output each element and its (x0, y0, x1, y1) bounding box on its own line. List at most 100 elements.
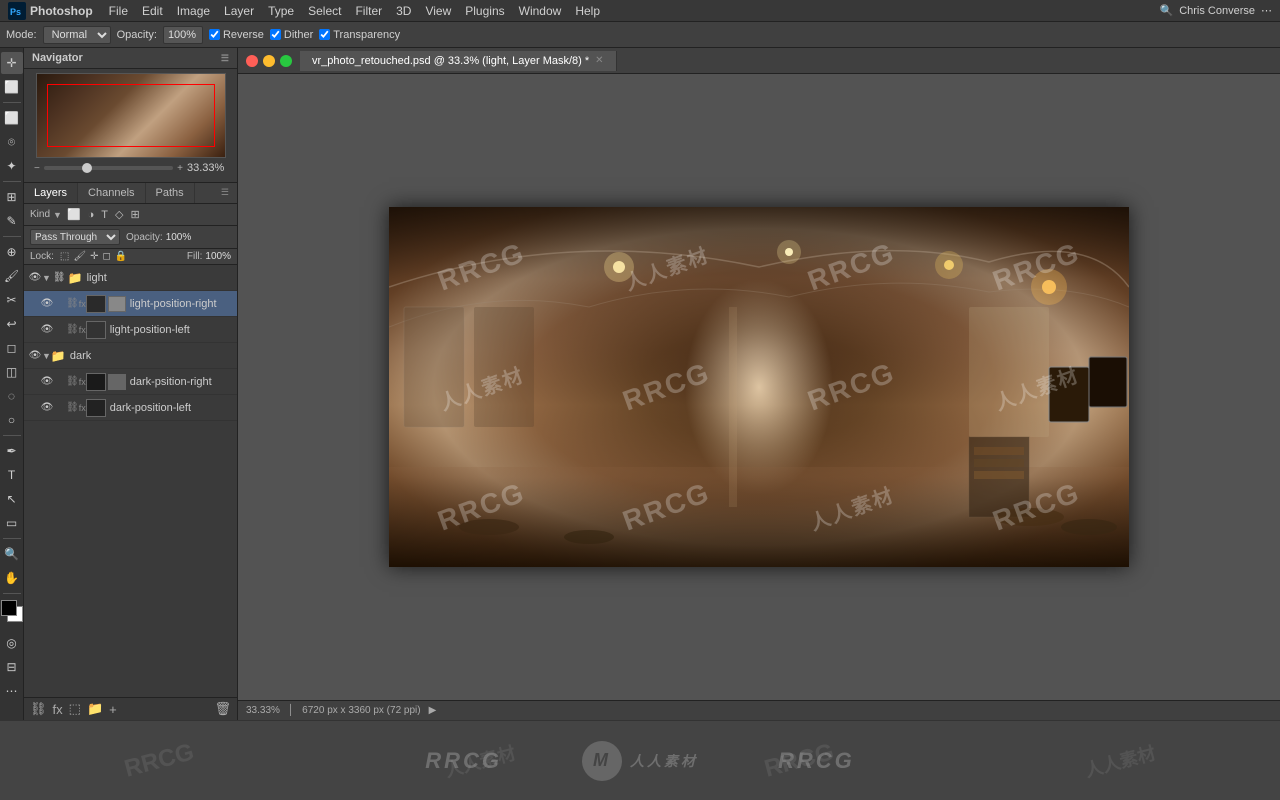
menu-help[interactable]: Help (569, 2, 606, 20)
left-panel: Navigator ☰ − + 33.33% Layers Cha (24, 48, 238, 720)
menu-plugins[interactable]: Plugins (459, 2, 510, 20)
menu-filter[interactable]: Filter (349, 2, 388, 20)
dodge-tool[interactable]: ○ (1, 409, 23, 431)
type-tool[interactable]: T (1, 464, 23, 486)
more-icon[interactable]: ⋯ (1261, 4, 1272, 17)
marquee-tool[interactable]: ⬜ (1, 107, 23, 129)
vis-dark-right[interactable]: 👁 (40, 376, 54, 387)
vis-dark[interactable]: 👁 (28, 350, 42, 361)
eraser-tool[interactable]: ◻ (1, 337, 23, 359)
tab-channels[interactable]: Channels (78, 183, 145, 203)
filter-shape-icon[interactable]: ◇ (113, 207, 125, 222)
heal-tool[interactable]: ⊕ (1, 241, 23, 263)
layer-fx-icon[interactable]: fx (53, 702, 63, 717)
quick-mask[interactable]: ◎ (1, 632, 23, 654)
fill-row: Fill: 100% (187, 251, 231, 262)
opacity-input[interactable] (163, 26, 203, 44)
filter-type-icon[interactable]: T (99, 208, 110, 222)
vis-dark-left[interactable]: 👁 (40, 402, 54, 413)
layer-group-dark[interactable]: 👁 ▼ 📁 dark (24, 343, 237, 369)
expand-light-icon[interactable]: ▼ (42, 273, 51, 283)
blend-mode-select[interactable]: Pass ThroughNormalMultiply (30, 229, 120, 245)
tab-layers[interactable]: Layers (24, 183, 78, 203)
layer-light-position-left[interactable]: 👁 ⛓ fx light-position-left (24, 317, 237, 343)
lock-position-icon[interactable]: ✛ (90, 251, 98, 262)
menu-window[interactable]: Window (513, 2, 568, 20)
zoom-slider[interactable] (44, 166, 173, 170)
navigator-title: Navigator (32, 52, 83, 64)
eyedropper-tool[interactable]: ✎ (1, 210, 23, 232)
layer-dark-position-right[interactable]: 👁 ⛓ fx dark-psition-right (24, 369, 237, 395)
screen-mode[interactable]: ⊟ (1, 656, 23, 678)
add-mask-icon[interactable]: ⬚ (69, 701, 81, 717)
gradient-tool[interactable]: ◫ (1, 361, 23, 383)
lock-image-icon[interactable]: 🖌 (73, 251, 86, 262)
expand-dark-icon[interactable]: ▼ (42, 351, 51, 361)
brush-tool[interactable]: 🖌 (1, 265, 23, 287)
delete-layer-icon[interactable]: 🗑 (214, 701, 231, 717)
zoom-tool[interactable]: 🔍 (1, 543, 23, 565)
layers-panel-menu[interactable]: ☰ (213, 183, 237, 203)
mode-label: Mode: (6, 29, 37, 41)
zoom-in-icon[interactable]: + (177, 163, 183, 174)
tab-paths[interactable]: Paths (146, 183, 195, 203)
search-icon[interactable]: 🔍 (1159, 4, 1173, 17)
shape-tool[interactable]: ▭ (1, 512, 23, 534)
lock-artboard-icon[interactable]: ◻ (102, 251, 110, 262)
more-tools[interactable]: ⋯ (1, 680, 23, 702)
menu-edit[interactable]: Edit (136, 2, 169, 20)
menu-file[interactable]: File (103, 2, 134, 20)
filter-adjust-icon[interactable]: ◑ (86, 208, 97, 222)
dither-checkbox[interactable] (270, 29, 281, 40)
new-layer-icon[interactable]: + (109, 702, 117, 717)
maximize-button[interactable] (280, 55, 292, 67)
mode-select[interactable]: NormalMultiplyScreen (43, 26, 111, 44)
vis-light-right[interactable]: 👁 (40, 298, 54, 309)
menu-view[interactable]: View (419, 2, 457, 20)
kind-dropdown-icon[interactable]: ▼ (53, 210, 62, 220)
artboard-tool[interactable]: ⬜ (1, 76, 23, 98)
canvas-tab-main[interactable]: vr_photo_retouched.psd @ 33.3% (light, L… (300, 51, 617, 71)
reverse-checkbox[interactable] (209, 29, 220, 40)
fill-value[interactable]: 100% (205, 251, 231, 262)
menu-type[interactable]: Type (262, 2, 300, 20)
history-brush[interactable]: ↩ (1, 313, 23, 335)
transparency-checkbox[interactable] (319, 29, 330, 40)
move-tool[interactable]: ✛ (1, 52, 23, 74)
filter-pixel-icon[interactable]: ⬜ (65, 207, 83, 222)
opacity-value[interactable]: 100% (166, 232, 192, 243)
canvas-viewport[interactable]: RRCG 人人素材 RRCG RRCG 人人素材 RRCG RRCG 人人素材 … (238, 74, 1280, 700)
close-button[interactable] (246, 55, 258, 67)
menu-layer[interactable]: Layer (218, 2, 260, 20)
canvas-tab-close[interactable]: ✕ (595, 55, 603, 66)
blur-tool[interactable]: ◌ (1, 385, 23, 407)
layer-light-position-right[interactable]: 👁 ⛓ fx light-position-right (24, 291, 237, 317)
layer-visibility-light[interactable]: 👁 (28, 272, 42, 283)
status-arrow[interactable]: ▶ (429, 705, 437, 716)
foreground-color-swatch[interactable] (1, 600, 17, 616)
pen-tool[interactable]: ✒ (1, 440, 23, 462)
path-select[interactable]: ↖ (1, 488, 23, 510)
hand-tool[interactable]: ✋ (1, 567, 23, 589)
lock-label: Lock: (30, 251, 54, 262)
filter-smart-icon[interactable]: ⊞ (129, 207, 142, 222)
clone-tool[interactable]: ✂ (1, 289, 23, 311)
lock-transparent-icon[interactable]: ⬚ (60, 251, 69, 262)
layer-dark-position-left[interactable]: 👁 ⛓ fx dark-position-left (24, 395, 237, 421)
lasso-tool[interactable]: ⌾ (1, 131, 23, 153)
layer-group-light[interactable]: 👁 ▼ ⛓ 📁 light (24, 265, 237, 291)
watermark-grid: RRCG 人人素材 RRCG RRCG 人人素材 RRCG RRCG 人人素材 … (389, 207, 1129, 567)
menu-select[interactable]: Select (302, 2, 347, 20)
lock-all-icon[interactable]: 🔒 (115, 251, 127, 262)
wand-tool[interactable]: ✦ (1, 155, 23, 177)
vis-light-left[interactable]: 👁 (40, 324, 54, 335)
menu-image[interactable]: Image (171, 2, 216, 20)
zoom-out-icon[interactable]: − (34, 163, 40, 174)
new-group-icon[interactable]: 📁 (87, 701, 103, 717)
crop-tool[interactable]: ⊞ (1, 186, 23, 208)
link-layers-icon[interactable]: ⛓ (30, 701, 47, 717)
menubar: Ps Photoshop File Edit Image Layer Type … (0, 0, 1280, 22)
navigator-menu-icon[interactable]: ☰ (221, 53, 229, 64)
minimize-button[interactable] (263, 55, 275, 67)
menu-3d[interactable]: 3D (390, 2, 417, 20)
